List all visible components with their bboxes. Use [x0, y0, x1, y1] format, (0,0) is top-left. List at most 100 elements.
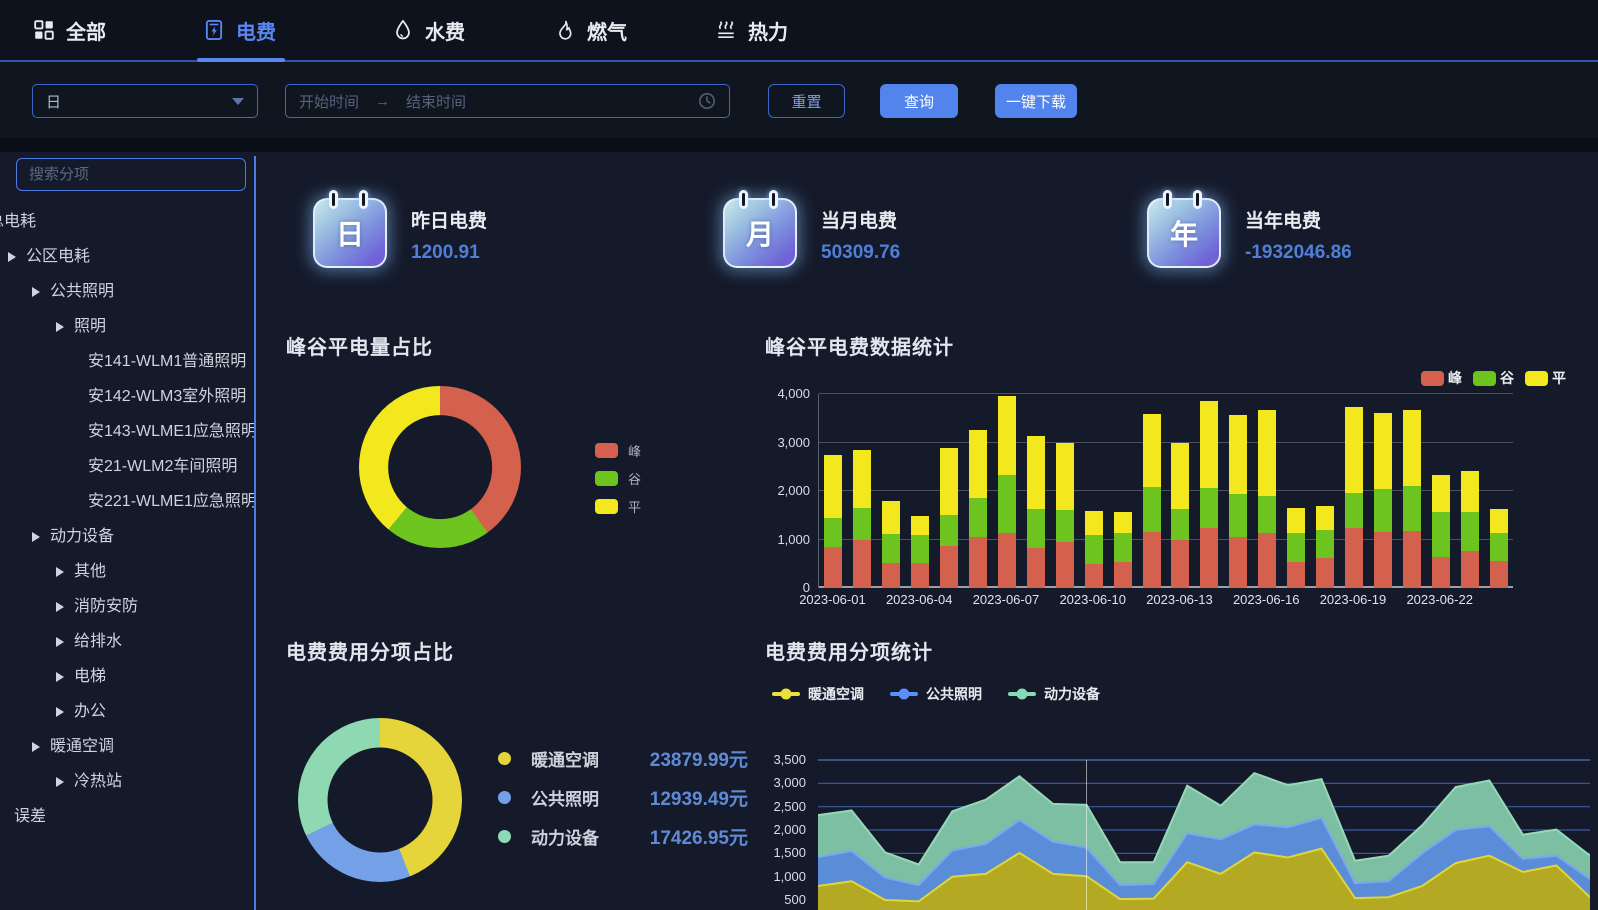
- legend-item[interactable]: 谷: [1473, 368, 1514, 388]
- bar-segment: [1258, 533, 1276, 588]
- sidebar: 总电耗公区电耗公共照明照明安141-WLM1普通照明安142-WLM3室外照明安…: [0, 152, 256, 910]
- donut-hole: [388, 415, 492, 519]
- stat-value: 1200.91: [411, 242, 480, 264]
- legend-item[interactable]: 暖通空调: [772, 684, 864, 704]
- tree-item[interactable]: 安141-WLM1普通照明: [0, 344, 256, 379]
- tab-label: 全部: [66, 16, 106, 45]
- legend-dot: [498, 752, 511, 765]
- date-end-placeholder: 结束时间: [406, 91, 466, 112]
- tab-heat[interactable]: 热力: [715, 0, 788, 60]
- expander-caret-icon[interactable]: [56, 707, 64, 717]
- tree-item[interactable]: 安221-WLME1应急照明: [0, 484, 256, 519]
- legend-item[interactable]: 峰: [1421, 368, 1462, 388]
- tree-item[interactable]: 给排水: [0, 624, 256, 659]
- tree-item[interactable]: 公区电耗: [0, 239, 256, 274]
- breakdown-share-donut-chart[interactable]: [298, 718, 462, 882]
- expander-caret-icon[interactable]: [32, 532, 40, 542]
- tree-item[interactable]: 电梯: [0, 659, 256, 694]
- date-range-picker[interactable]: 开始时间 → 结束时间: [285, 84, 730, 118]
- legend-item[interactable]: 公共照明: [890, 684, 982, 704]
- search-input[interactable]: [16, 158, 246, 191]
- tab-label: 燃气: [587, 16, 627, 45]
- stacked-bar: [969, 430, 987, 588]
- expander-caret-icon[interactable]: [56, 567, 64, 577]
- y-tick-label: 1,000: [756, 532, 810, 547]
- stacked-bar: [940, 448, 958, 588]
- date-range-arrow: →: [375, 93, 390, 110]
- tree-item[interactable]: 冷热站: [0, 764, 256, 799]
- expander-caret-icon[interactable]: [56, 777, 64, 787]
- legend-item[interactable]: 动力设备: [1008, 684, 1100, 704]
- tree-item[interactable]: 安143-WLME1应急照明: [0, 414, 256, 449]
- tree-item[interactable]: 动力设备: [0, 519, 256, 554]
- expander-caret-icon[interactable]: [56, 672, 64, 682]
- stacked-bar: [882, 501, 900, 588]
- tree-item[interactable]: 误差: [0, 799, 256, 834]
- tree-item[interactable]: 总电耗: [0, 204, 256, 239]
- legend-item[interactable]: 平: [1525, 368, 1566, 388]
- tree-item[interactable]: 公共照明: [0, 274, 256, 309]
- bar-segment: [1258, 496, 1276, 533]
- bar-chart-plot[interactable]: [818, 394, 1513, 588]
- expander-caret-icon[interactable]: [8, 252, 16, 262]
- legend-item[interactable]: 谷: [595, 469, 641, 488]
- x-tick-label: 2023-06-22: [1406, 592, 1473, 607]
- section-divider: [0, 138, 1598, 152]
- tab-gas[interactable]: 燃气: [554, 0, 627, 60]
- legend-item[interactable]: 平: [595, 497, 641, 516]
- query-button[interactable]: 查询: [880, 84, 958, 118]
- bar-segment: [940, 515, 958, 546]
- stat-value: 50309.76: [821, 242, 900, 264]
- tab-all[interactable]: 全部: [33, 0, 106, 60]
- bar-segment: [824, 518, 842, 547]
- legend-item[interactable]: 动力设备17426.95元: [498, 823, 748, 849]
- tree-item[interactable]: 照明: [0, 309, 256, 344]
- stat-card-yearly: 年 当年电费 -1932046.86: [1147, 198, 1547, 278]
- bar-segment: [824, 547, 842, 588]
- bar-segment: [1345, 528, 1363, 588]
- tree-item[interactable]: 安21-WLM2车间照明: [0, 449, 256, 484]
- tree-item[interactable]: 办公: [0, 694, 256, 729]
- tree-item[interactable]: 安142-WLM3室外照明: [0, 379, 256, 414]
- expander-caret-icon[interactable]: [56, 322, 64, 332]
- legend-swatch: [595, 471, 618, 486]
- tree-item-label: 办公: [74, 694, 106, 729]
- expander-caret-icon[interactable]: [56, 602, 64, 612]
- bar-segment: [940, 448, 958, 515]
- area-chart-svg: [818, 735, 1590, 910]
- period-select[interactable]: 日: [32, 84, 258, 118]
- tree-item-label: 安142-WLM3室外照明: [88, 379, 246, 414]
- bar-segment: [1287, 508, 1305, 532]
- y-tick-label: 3,000: [748, 775, 806, 790]
- tab-water[interactable]: 水费: [392, 0, 465, 60]
- gridline: [819, 393, 1513, 394]
- tree-item-label: 安143-WLME1应急照明: [88, 414, 256, 449]
- download-button[interactable]: 一键下载: [995, 84, 1077, 118]
- stacked-bar: [1085, 511, 1103, 588]
- tree-item[interactable]: 其他: [0, 554, 256, 589]
- stacked-bar: [1432, 475, 1450, 588]
- bar-segment: [1432, 512, 1450, 557]
- tree-item[interactable]: 暖通空调: [0, 729, 256, 764]
- reset-button[interactable]: 重置: [768, 84, 845, 118]
- bar-segment: [940, 546, 958, 588]
- legend-label: 暖通空调: [531, 746, 599, 771]
- expander-caret-icon[interactable]: [56, 637, 64, 647]
- legend-label: 峰: [1448, 368, 1462, 388]
- tree-item-label: 公区电耗: [26, 239, 90, 274]
- stacked-bar: [1258, 410, 1276, 588]
- legend-item[interactable]: 暖通空调23879.99元: [498, 745, 748, 771]
- bar-segment: [998, 396, 1016, 474]
- expander-caret-icon[interactable]: [32, 287, 40, 297]
- area-chart-plot[interactable]: [818, 735, 1590, 910]
- tree-item[interactable]: 消防安防: [0, 589, 256, 624]
- bar-segment: [1114, 533, 1132, 562]
- energy-dashboard: 全部 电费 水费 燃气 热力: [0, 0, 1598, 910]
- legend-item[interactable]: 公共照明12939.49元: [498, 784, 748, 810]
- tab-electricity[interactable]: 电费: [203, 0, 276, 60]
- energy-share-donut-chart[interactable]: [359, 386, 521, 548]
- legend-item[interactable]: 峰: [595, 441, 641, 460]
- x-tick-label: 2023-06-13: [1146, 592, 1213, 607]
- bar-segment: [824, 455, 842, 518]
- expander-caret-icon[interactable]: [32, 742, 40, 752]
